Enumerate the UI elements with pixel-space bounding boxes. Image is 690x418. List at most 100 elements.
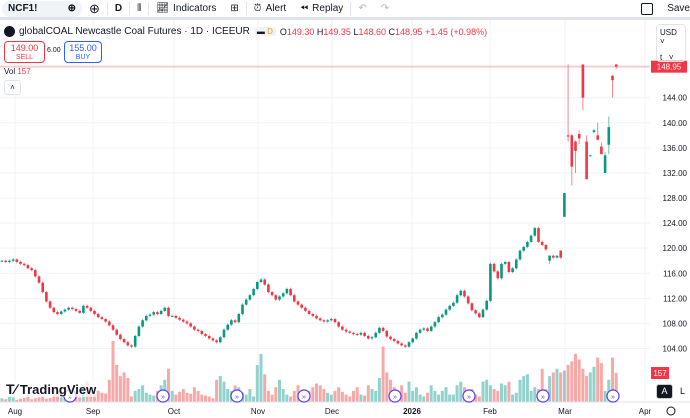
candle-body	[396, 340, 400, 344]
chevron-up-icon: ˄	[10, 83, 15, 92]
candle-body	[600, 146, 603, 155]
volume-bar	[255, 365, 259, 402]
candle-body	[466, 296, 470, 304]
price-chart[interactable]: 104.00 108.00 112.00 116.00 120.00 124.00 128.…	[0, 20, 690, 418]
compare-icon[interactable]: ⊕	[68, 3, 76, 14]
buy-button[interactable]: 155.00 BUY	[64, 41, 102, 63]
candle-body	[119, 334, 122, 340]
volume-bar	[525, 374, 529, 402]
currency-unit-selector[interactable]: USD ˅ t ˅	[656, 24, 686, 62]
settings-icon[interactable]	[666, 406, 676, 416]
chart-legend: globalCOAL Newcastle Coal Futures · 1D ·…	[4, 26, 487, 37]
event-marker-glyph: »	[302, 394, 306, 401]
collapse-legend-button[interactable]: ˄	[4, 80, 21, 95]
volume-bar	[141, 385, 145, 402]
volume-bar	[104, 393, 108, 402]
undo-button[interactable]: ↶	[351, 0, 373, 17]
symbol-title[interactable]: globalCOAL Newcastle Coal Futures · 1D ·…	[19, 26, 250, 37]
volume-bar	[170, 390, 174, 402]
volume-bar	[496, 390, 500, 402]
candle-body	[448, 305, 451, 310]
indicators-button[interactable]: 📈︎ Indicators	[149, 0, 223, 17]
candle-body	[85, 305, 89, 308]
candle-body	[26, 265, 30, 269]
candle-body	[341, 326, 344, 330]
candle-body	[344, 329, 348, 332]
candle-body	[207, 335, 211, 339]
time-tick-label: Apr	[639, 407, 652, 416]
layout-button[interactable]	[634, 0, 660, 17]
volume-bar	[577, 359, 581, 402]
volume-bar	[137, 389, 141, 402]
candle-body	[367, 335, 370, 339]
candle-body	[0, 260, 4, 262]
candle-body	[426, 328, 429, 331]
candle-body	[470, 303, 474, 311]
log-scale-button[interactable]: L	[674, 384, 690, 399]
candle-body	[611, 75, 614, 81]
candle-body	[204, 334, 207, 336]
save-button[interactable]: Save	[660, 0, 690, 17]
time-tick-label: Feb	[483, 407, 497, 416]
candle-body	[452, 302, 455, 306]
change-value: +1.45 (+0.98%)	[425, 26, 488, 37]
candle-body	[219, 337, 222, 343]
volume-bar	[488, 385, 492, 402]
candle-body	[182, 319, 185, 322]
volume-bar	[130, 396, 133, 402]
alert-button[interactable]: ⏰︎ Alert	[247, 0, 293, 17]
price-tick-label: 136.00	[663, 144, 688, 153]
candle-body	[574, 141, 577, 151]
candle-body	[315, 315, 318, 319]
candle-body	[322, 320, 326, 322]
volume-bar	[381, 346, 385, 402]
volume-bar	[107, 379, 111, 402]
volume-bar	[407, 381, 411, 402]
templates-button[interactable]: ⊞	[223, 0, 245, 17]
candle-body	[481, 309, 485, 318]
chart-type-button[interactable]: ⫴	[130, 0, 148, 17]
volume-bar	[337, 387, 341, 402]
symbol-logo	[4, 26, 15, 37]
volume-bar	[115, 365, 119, 402]
add-symbol-button[interactable]: ⊕	[82, 0, 107, 17]
volume-bar	[200, 394, 204, 402]
candle-body	[45, 292, 48, 302]
unit-select[interactable]: t ˅	[660, 53, 682, 62]
candle-body	[589, 155, 592, 157]
candle-body	[570, 135, 574, 167]
candle-body	[392, 339, 396, 341]
indicators-icon: 📈︎	[156, 3, 170, 14]
volume-bar	[274, 387, 278, 402]
volume-bar	[592, 366, 596, 402]
volume-bar	[181, 389, 185, 402]
volume-bar	[500, 383, 503, 402]
redo-button[interactable]: ↷	[374, 0, 396, 17]
candle-body	[244, 299, 248, 305]
symbol-search[interactable]: NCF1! ⊕	[2, 0, 82, 17]
volume-bar	[270, 394, 274, 402]
interval-button[interactable]: D	[108, 0, 129, 17]
candle-body	[233, 320, 237, 323]
candle-body	[337, 322, 340, 327]
tradingview-logo[interactable]: T∕ TradingView	[6, 381, 97, 397]
auto-scale-button[interactable]: A	[656, 384, 673, 399]
candle-body	[577, 134, 581, 139]
candle-body	[563, 193, 566, 217]
volume-bar	[289, 396, 293, 402]
volume-bar	[440, 390, 444, 402]
sell-button[interactable]: 149.00 SELL	[4, 41, 45, 63]
delayed-badge[interactable]: ▬ D	[253, 27, 276, 36]
candle-body	[370, 337, 374, 339]
volume-bar	[322, 389, 326, 402]
candle-body	[296, 301, 300, 305]
volume-bar	[363, 395, 367, 402]
candle-body	[93, 310, 96, 315]
candle-body	[389, 336, 392, 340]
currency-select[interactable]: USD ˅	[660, 28, 682, 46]
price-tick-label: 112.00	[663, 294, 687, 303]
replay-button[interactable]: ⏪︎ Replay	[293, 0, 350, 17]
volume-bar	[422, 396, 426, 402]
price-tick-label: 124.00	[663, 219, 688, 228]
volume-bar	[11, 397, 15, 402]
